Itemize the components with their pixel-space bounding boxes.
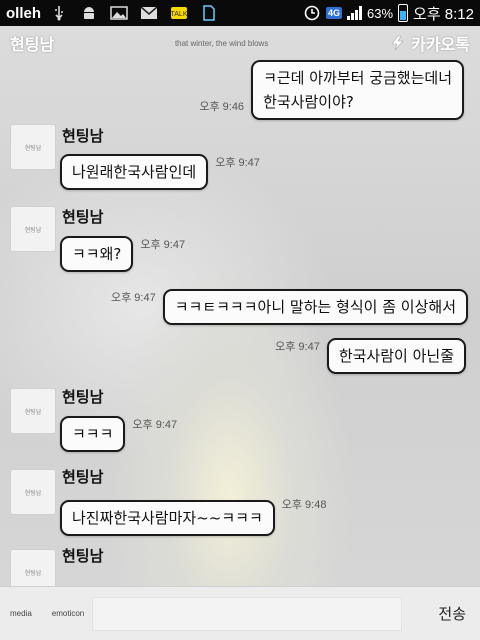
network-badge: 4G bbox=[325, 7, 342, 19]
usb-icon bbox=[49, 5, 69, 21]
message-row: 나원래한국사람인데 오후 9:47 bbox=[60, 154, 267, 190]
message-time: 오후 9:48 bbox=[281, 499, 327, 511]
room-name[interactable]: 현팅남 bbox=[10, 31, 54, 55]
signal-icon bbox=[347, 6, 362, 20]
message-bubble[interactable]: 한국사람이 아닌줄 bbox=[326, 338, 466, 374]
battery-percent: 63% bbox=[367, 5, 394, 21]
message-row: 오후 9:46 ㅋ근데 아까부터 궁금했는데너 한국사람이야? bbox=[192, 60, 464, 120]
mail-icon bbox=[139, 5, 159, 21]
status-bar: olleh TALK 4G 63% 오후 8:12 bbox=[0, 0, 480, 26]
message-time: 오후 9:47 bbox=[140, 239, 186, 251]
message-row: 오후 9:47 한국사람이 아닌줄 bbox=[268, 338, 466, 374]
message-text: 한국사람이야? bbox=[263, 93, 354, 111]
alarm-icon bbox=[303, 3, 321, 24]
svg-text:TALK: TALK bbox=[171, 11, 188, 18]
kakaotalk-brand: 카카오톡 bbox=[389, 31, 470, 55]
message-row: 오후 9:47 ㅋㅋㅌㅋㅋㅋ아니 말하는 형식이 좀 이상해서 bbox=[104, 289, 468, 325]
message-bubble[interactable]: ㅋㅋㅌㅋㅋㅋ아니 말하는 형식이 좀 이상해서 bbox=[162, 289, 468, 325]
emoticon-button[interactable]: emoticon bbox=[52, 609, 84, 618]
message-time: 오후 9:47 bbox=[215, 157, 260, 169]
avatar[interactable]: 현팅남 bbox=[10, 124, 56, 170]
chat-header: 현팅남 that winter, the wind blows 카카오톡 bbox=[0, 26, 480, 60]
message-row: 나진짜한국사람마자~~ㅋㅋㅋ 오후 9:48 bbox=[60, 496, 333, 536]
brand-label: 카카오톡 bbox=[411, 35, 470, 54]
message-time: 오후 9:47 bbox=[275, 341, 320, 353]
android-icon bbox=[79, 5, 99, 21]
message-bubble[interactable]: ㅋㅋ왜? bbox=[60, 236, 134, 272]
image-icon bbox=[109, 5, 129, 21]
message-time: 오후 9:47 bbox=[132, 419, 178, 431]
message-bubble[interactable]: 나진짜한국사람마자~~ㅋㅋㅋ bbox=[60, 500, 275, 536]
message-text: ㅋ근데 아까부터 궁금했는데너 bbox=[263, 69, 452, 87]
avatar[interactable]: 현팅남 bbox=[10, 388, 56, 434]
sender-name: 현팅남 bbox=[62, 208, 104, 226]
message-bubble[interactable]: 나원래한국사람인데 bbox=[60, 154, 209, 190]
battery-icon bbox=[398, 4, 409, 22]
message-input[interactable] bbox=[92, 596, 403, 631]
kakaotalk-icon: TALK bbox=[169, 5, 189, 21]
avatar[interactable]: 현팅남 bbox=[10, 549, 56, 586]
message-row: ㅋㅋㅋ 오후 9:47 bbox=[60, 416, 184, 452]
sender-name: 현팅남 bbox=[62, 547, 104, 565]
media-button[interactable]: media bbox=[10, 609, 32, 618]
sender-name: 현팅남 bbox=[62, 388, 104, 406]
message-bubble[interactable]: ㅋㅋㅋ bbox=[60, 416, 126, 452]
message-row: ㅋㅋ왜? 오후 9:47 bbox=[60, 236, 192, 272]
send-button[interactable]: 전송 bbox=[438, 603, 470, 624]
carrier-label: olleh bbox=[6, 4, 42, 22]
message-bubble[interactable]: ㅋ근데 아까부터 궁금했는데너 한국사람이야? bbox=[251, 60, 464, 120]
message-time: 오후 9:47 bbox=[111, 292, 156, 304]
sender-name: 현팅남 bbox=[62, 468, 104, 486]
input-bar: media emoticon 전송 bbox=[0, 586, 480, 640]
avatar[interactable]: 현팅남 bbox=[10, 206, 56, 252]
message-time: 오후 9:46 bbox=[199, 101, 245, 113]
sim-icon bbox=[199, 5, 219, 21]
room-subtitle: that winter, the wind blows bbox=[174, 38, 269, 48]
clock: 오후 8:12 bbox=[413, 5, 474, 23]
avatar[interactable]: 현팅남 bbox=[10, 469, 56, 515]
chat-area[interactable]: 현팅남 that winter, the wind blows 카카오톡 오후 … bbox=[0, 26, 480, 586]
sender-name: 현팅남 bbox=[62, 127, 104, 145]
lightning-icon bbox=[391, 35, 404, 51]
